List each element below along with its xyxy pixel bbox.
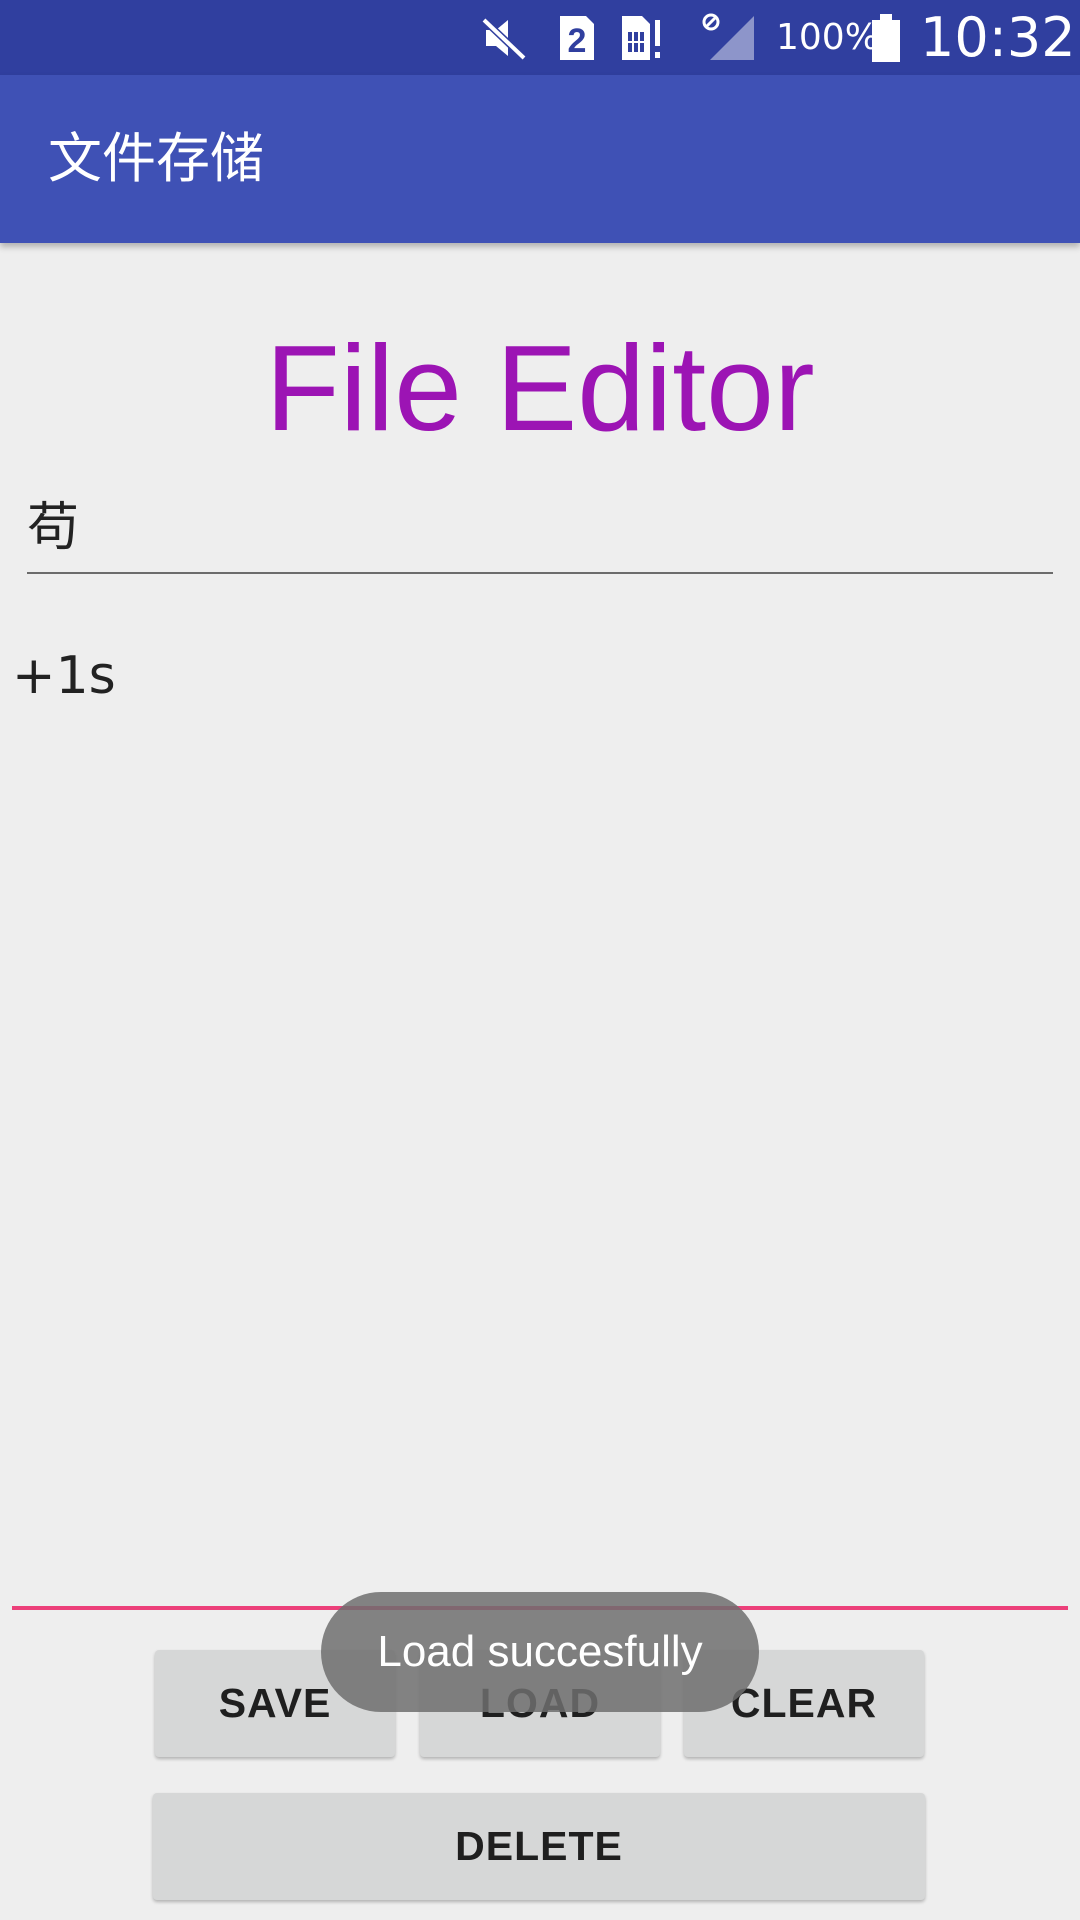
- battery-icon: [872, 14, 900, 62]
- sim-alert-icon: [622, 16, 660, 60]
- filename-input[interactable]: 苟: [27, 490, 1053, 574]
- toast-message: Load succesfully: [321, 1592, 759, 1712]
- status-bar: 2 100% 10:32: [0, 0, 1080, 75]
- app-title: 文件存储: [48, 127, 264, 190]
- battery-percent: 100%: [776, 17, 879, 58]
- delete-button[interactable]: DELETE: [153, 1793, 925, 1900]
- clock: 10:32: [920, 6, 1076, 69]
- svg-text:2: 2: [568, 22, 587, 60]
- app-bar: 文件存储: [0, 75, 1080, 243]
- filename-value: 苟: [27, 498, 80, 558]
- sim2-icon: 2: [560, 16, 594, 60]
- page-title: File Editor: [265, 320, 815, 456]
- no-signal-icon: [702, 13, 754, 60]
- mute-icon: [481, 17, 527, 61]
- content-value: +1s: [12, 646, 116, 706]
- content-input[interactable]: +1s: [12, 620, 1068, 1610]
